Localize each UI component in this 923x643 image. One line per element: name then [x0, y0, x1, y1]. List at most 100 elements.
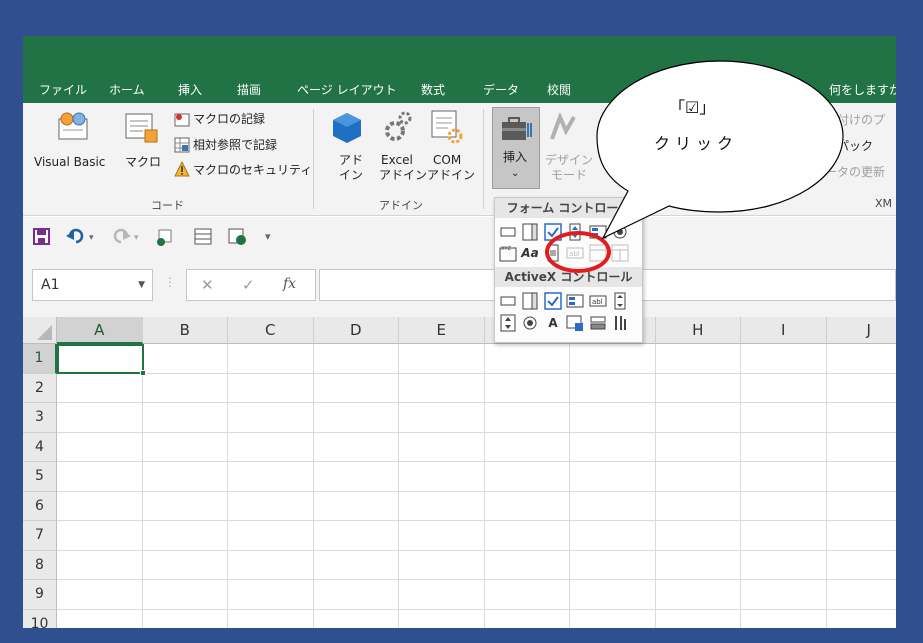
instruction-callout: 「☑」 クリック [581, 58, 861, 258]
tab-home[interactable]: ホーム [109, 80, 145, 100]
form-group-box-icon[interactable]: XYZ [499, 244, 517, 262]
callout-click-text: クリック [654, 134, 739, 153]
insert-function-button[interactable]: fx [283, 276, 296, 292]
row-header-10[interactable]: 10 [23, 609, 57, 628]
com-addins-icon [431, 110, 463, 144]
preview-icon[interactable] [227, 227, 249, 247]
column-header-j[interactable]: J [826, 317, 896, 344]
addins-group-label: アドイン [379, 199, 423, 212]
visual-basic-icon [58, 112, 88, 140]
code-group-label: コード [151, 199, 184, 212]
activex-spin-button-icon[interactable] [499, 314, 517, 332]
activex-more-controls-icon[interactable] [611, 314, 629, 332]
grid-vertical-line [483, 344, 485, 628]
tab-insert[interactable]: 挿入 [178, 80, 202, 100]
qat-customize-dropdown-icon[interactable]: ▾ [265, 228, 271, 246]
activex-list-box-icon[interactable] [566, 292, 584, 310]
row-header-8[interactable]: 8 [23, 550, 57, 580]
name-box[interactable]: A1 ▼ [32, 269, 153, 301]
select-all-corner[interactable] [23, 317, 57, 344]
excel-addins-label-line1: Excel [381, 153, 413, 167]
activex-button-icon[interactable] [499, 292, 517, 310]
com-addins-label-line1: COM [433, 153, 462, 167]
confirm-entry-button[interactable]: ✓ [242, 276, 255, 294]
com-addins-label-line2: アドイン [427, 168, 476, 182]
callout-bubble-shape [596, 60, 844, 240]
redo-icon[interactable] [111, 227, 131, 245]
undo-icon[interactable] [66, 227, 86, 245]
macros-icon [125, 113, 158, 143]
grid-vertical-line [740, 344, 741, 628]
addins-icon [333, 113, 361, 143]
activex-label-icon[interactable]: A [544, 314, 562, 332]
row-header-2[interactable]: 2 [23, 373, 57, 403]
grid-vertical-line [654, 344, 656, 628]
row-header-6[interactable]: 6 [23, 491, 57, 521]
tab-data[interactable]: データ [483, 80, 519, 100]
design-mode-icon [550, 113, 576, 140]
cancel-entry-button[interactable]: ✕ [201, 276, 214, 294]
formula-bar: A1 ▼ ⋮ ✕ ✓ fx [23, 255, 896, 317]
activex-image-icon[interactable] [566, 314, 584, 332]
addins-label-line2: イン [339, 168, 364, 182]
activex-toggle-button-icon[interactable] [589, 314, 607, 332]
insert-dropdown-arrow: ⌄ [511, 168, 520, 179]
column-header-d[interactable]: D [313, 317, 399, 344]
grid-horizontal-line [57, 490, 896, 492]
worksheet-grid[interactable]: ABCDEFGHIJ 12345678910 [23, 317, 896, 628]
form-label-icon[interactable]: Aa [521, 244, 539, 262]
undo-dropdown-icon[interactable]: ▾ [89, 229, 94, 247]
redo-dropdown-icon[interactable]: ▾ [134, 229, 139, 247]
active-cell-a1[interactable] [57, 344, 146, 376]
name-box-dropdown-icon[interactable]: ▼ [138, 270, 145, 300]
warning-icon [174, 161, 190, 177]
grid-horizontal-line [57, 520, 896, 521]
save-icon[interactable] [33, 228, 51, 246]
tab-draw[interactable]: 描画 [237, 80, 261, 100]
form-icon[interactable] [193, 227, 213, 247]
row-header-7[interactable]: 7 [23, 521, 57, 551]
formula-buttons: ✕ ✓ fx [186, 269, 316, 301]
form-button-control-icon[interactable] [499, 223, 517, 241]
excel-addins-label-line2: アドイン [379, 168, 428, 182]
grid-horizontal-line [57, 549, 896, 551]
excel-window: ファイル ホーム 挿入 描画 ページ レイアウト 数式 データ 校閲 何をします… [23, 36, 896, 628]
grid-horizontal-line [57, 608, 896, 610]
fill-handle[interactable] [140, 370, 146, 376]
macros-label: マクロ [125, 155, 162, 169]
tab-file[interactable]: ファイル [39, 80, 87, 100]
row-header-4[interactable]: 4 [23, 432, 57, 462]
tab-page-layout[interactable]: ページ レイアウト [297, 80, 397, 100]
column-header-i[interactable]: I [741, 317, 827, 344]
activex-text-box-icon[interactable]: abl [589, 292, 607, 310]
activex-combo-box-icon[interactable] [521, 292, 539, 310]
grid-vertical-line [398, 344, 399, 628]
row-header-1[interactable]: 1 [23, 344, 57, 374]
column-header-b[interactable]: B [142, 317, 228, 344]
activex-option-button-icon[interactable] [521, 314, 539, 332]
column-header-c[interactable]: C [228, 317, 314, 344]
grid-horizontal-line [57, 461, 896, 462]
relative-reference-label: 相対参照で記録 [193, 138, 278, 152]
customize-icon[interactable] [155, 227, 175, 247]
column-header-h[interactable]: H [655, 317, 741, 344]
grid-vertical-line [825, 344, 827, 628]
row-header-3[interactable]: 3 [23, 403, 57, 433]
activex-checkbox-icon[interactable] [544, 292, 562, 310]
xml-group-label: XM [875, 197, 893, 210]
activex-scroll-bar-icon[interactable] [611, 292, 629, 310]
row-header-5[interactable]: 5 [23, 462, 57, 492]
grid-vertical-line [312, 344, 314, 628]
column-header-a[interactable]: A [57, 317, 143, 344]
tab-review[interactable]: 校閲 [547, 80, 571, 100]
insert-controls-button[interactable]: 挿入 ⌄ [492, 107, 540, 189]
row-header-9[interactable]: 9 [23, 580, 57, 610]
column-header-e[interactable]: E [399, 317, 485, 344]
toolbox-icon [502, 117, 532, 140]
grid-horizontal-line [57, 431, 896, 433]
svg-text:XYZ: XYZ [501, 246, 511, 252]
tab-formulas[interactable]: 数式 [421, 80, 445, 100]
addins-label-line1: アド [339, 153, 364, 167]
form-combo-box-icon[interactable] [521, 223, 539, 241]
callout-checkbox-text: 「☑」 [669, 98, 716, 117]
